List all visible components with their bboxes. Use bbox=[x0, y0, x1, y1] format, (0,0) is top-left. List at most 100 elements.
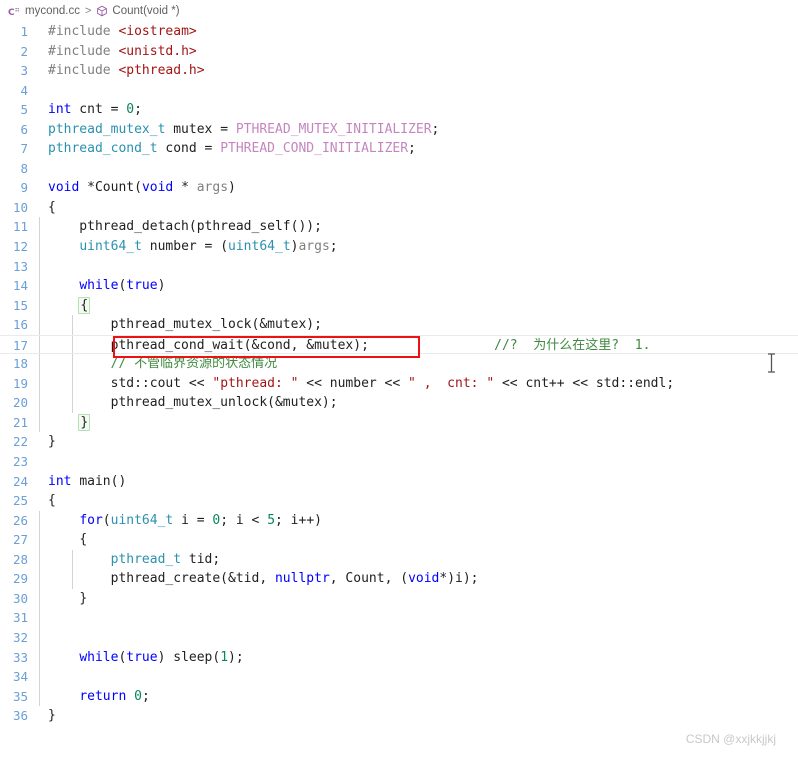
line-number: 13 bbox=[12, 258, 28, 274]
code-line[interactable]: 25 { bbox=[0, 491, 798, 511]
code-line-content[interactable]: pthread_t tid; bbox=[38, 549, 798, 570]
code-line[interactable]: 2 #include <unistd.h> bbox=[0, 42, 798, 62]
code-line-content[interactable]: pthread_mutex_unlock(&mutex); bbox=[38, 393, 798, 413]
line-number: 34 bbox=[12, 669, 28, 685]
code-line[interactable]: 36 } bbox=[0, 706, 798, 726]
code-line[interactable]: 27 { bbox=[0, 530, 798, 550]
code-line[interactable]: 16 pthread_mutex_lock(&mutex); bbox=[0, 315, 798, 335]
code-line-content[interactable]: pthread_mutex_lock(&mutex); bbox=[38, 315, 798, 335]
code-line-content[interactable] bbox=[38, 608, 798, 628]
code-line[interactable]: 10 { bbox=[0, 198, 798, 218]
code-line[interactable]: 26 for(uint64_t i = 0; i < 5; i++) bbox=[0, 510, 798, 531]
code-line[interactable]: 35 return 0; bbox=[0, 686, 798, 707]
code-line[interactable]: 30 } bbox=[0, 588, 798, 609]
code-line-content[interactable]: for(uint64_t i = 0; i < 5; i++) bbox=[38, 510, 798, 531]
code-line[interactable]: 13 bbox=[0, 256, 798, 277]
code-line-content[interactable]: #include <iostream> bbox=[38, 22, 798, 42]
code-line[interactable]: 9 void *Count(void * args) bbox=[0, 178, 798, 198]
code-line[interactable]: 12 uint64_t number = (uint64_t)args; bbox=[0, 237, 798, 257]
code-line-content[interactable]: { bbox=[38, 491, 798, 511]
code-line-content[interactable]: pthread_mutex_t mutex = PTHREAD_MUTEX_IN… bbox=[38, 120, 798, 140]
line-number: 2 bbox=[20, 43, 28, 59]
code-line[interactable]: 33 while(true) sleep(1); bbox=[0, 647, 798, 668]
code-line-content[interactable]: while(true) sleep(1); bbox=[38, 647, 798, 668]
code-line-content[interactable] bbox=[38, 256, 798, 277]
line-number: 11 bbox=[12, 219, 28, 235]
line-number: 35 bbox=[12, 688, 28, 704]
line-number: 27 bbox=[12, 532, 28, 548]
code-line[interactable]: 28 pthread_t tid; bbox=[0, 549, 798, 570]
code-line[interactable]: 22 } bbox=[0, 432, 798, 452]
code-line-content[interactable]: pthread_create(&tid, nullptr, Count, (vo… bbox=[38, 569, 798, 589]
code-line[interactable]: 21 } bbox=[0, 412, 798, 433]
code-line-content[interactable]: // 不管临界资源的状态情况 bbox=[38, 354, 798, 374]
code-line-content[interactable] bbox=[38, 627, 798, 648]
code-line-content[interactable]: } bbox=[38, 588, 798, 609]
line-number: 32 bbox=[12, 629, 28, 645]
code-line-content[interactable]: { bbox=[38, 530, 798, 550]
code-line-content[interactable]: } bbox=[38, 706, 798, 726]
line-number: 4 bbox=[20, 82, 28, 98]
line-number: 16 bbox=[12, 317, 28, 333]
code-line[interactable]: 14 while(true) bbox=[0, 276, 798, 296]
code-line-content[interactable]: pthread_detach(pthread_self()); bbox=[38, 217, 798, 238]
code-line[interactable]: 24 int main() bbox=[0, 472, 798, 492]
code-line[interactable]: 19 std::cout << "pthread: " << number <<… bbox=[0, 373, 798, 394]
code-line-content[interactable]: uint64_t number = (uint64_t)args; bbox=[38, 237, 798, 257]
code-line-content[interactable]: #include <pthread.h> bbox=[38, 61, 798, 81]
code-line[interactable]: 32 bbox=[0, 627, 798, 648]
line-number: 7 bbox=[20, 141, 28, 157]
code-line[interactable]: 34 bbox=[0, 667, 798, 687]
code-line-content[interactable] bbox=[38, 159, 798, 179]
code-line[interactable]: 7 pthread_cond_t cond = PTHREAD_COND_INI… bbox=[0, 139, 798, 159]
inline-comment: //? 为什么在这里? 1. bbox=[494, 337, 651, 353]
line-number: 25 bbox=[12, 493, 28, 509]
line-number: 6 bbox=[20, 121, 28, 137]
code-line-content[interactable]: return 0; bbox=[38, 686, 798, 707]
code-line-content[interactable]: int main() bbox=[38, 472, 798, 492]
watermark: CSDN @xxjkkjjkj bbox=[685, 732, 776, 746]
code-line-content[interactable] bbox=[38, 452, 798, 472]
code-line-content[interactable] bbox=[38, 667, 798, 687]
breadcrumb: C mycond.cc > Count(void *) bbox=[0, 0, 798, 22]
breadcrumb-file-label: mycond.cc bbox=[25, 5, 80, 17]
code-line-content[interactable]: while(true) bbox=[38, 276, 798, 296]
line-number: 22 bbox=[12, 434, 28, 450]
code-line-content[interactable]: pthread_cond_t cond = PTHREAD_COND_INITI… bbox=[38, 139, 798, 159]
line-number: 31 bbox=[12, 610, 28, 626]
svg-text:C: C bbox=[8, 8, 15, 18]
code-line-content[interactable]: void *Count(void * args) bbox=[38, 178, 798, 198]
code-line[interactable]: 4 bbox=[0, 81, 798, 101]
code-line-content[interactable]: int cnt = 0; bbox=[38, 100, 798, 120]
code-line[interactable]: 11 pthread_detach(pthread_self()); bbox=[0, 217, 798, 238]
code-line[interactable]: 20 pthread_mutex_unlock(&mutex); bbox=[0, 393, 798, 413]
code-line[interactable]: 18 // 不管临界资源的状态情况 bbox=[0, 354, 798, 374]
code-line[interactable]: 31 bbox=[0, 608, 798, 628]
line-number: 8 bbox=[20, 160, 28, 176]
code-line-active[interactable]: 17 pthread_cond_wait(&cond, &mutex); //?… bbox=[0, 334, 798, 355]
code-line-content[interactable]: #include <unistd.h> bbox=[38, 42, 798, 62]
code-line[interactable]: 8 bbox=[0, 159, 798, 179]
breadcrumb-symbol[interactable]: Count(void *) bbox=[96, 5, 180, 17]
code-line-content[interactable]: { bbox=[38, 295, 798, 316]
code-line[interactable]: 15 { bbox=[0, 295, 798, 316]
code-line[interactable]: 1 #include <iostream> bbox=[0, 22, 798, 42]
code-line-content[interactable]: } bbox=[38, 432, 798, 452]
line-number: 5 bbox=[20, 102, 28, 118]
string-literal: "pthread: " bbox=[212, 375, 299, 391]
code-line-content[interactable]: { bbox=[38, 198, 798, 218]
breadcrumb-file[interactable]: C mycond.cc bbox=[8, 5, 80, 18]
line-number: 3 bbox=[20, 63, 28, 79]
line-number: 36 bbox=[12, 708, 28, 724]
code-line-content[interactable] bbox=[38, 81, 798, 101]
code-line-content[interactable]: pthread_cond_wait(&cond, &mutex); //? 为什… bbox=[38, 335, 798, 354]
code-line[interactable]: 23 bbox=[0, 452, 798, 472]
code-line[interactable]: 29 pthread_create(&tid, nullptr, Count, … bbox=[0, 569, 798, 589]
line-number: 19 bbox=[12, 375, 28, 391]
code-editor[interactable]: 1 #include <iostream> 2 #include <unistd… bbox=[0, 22, 798, 726]
code-line-content[interactable]: std::cout << "pthread: " << number << " … bbox=[38, 373, 798, 394]
code-line[interactable]: 5 int cnt = 0; bbox=[0, 100, 798, 120]
code-line[interactable]: 6 pthread_mutex_t mutex = PTHREAD_MUTEX_… bbox=[0, 120, 798, 140]
code-line[interactable]: 3 #include <pthread.h> bbox=[0, 61, 798, 81]
code-line-content[interactable]: } bbox=[38, 412, 798, 433]
